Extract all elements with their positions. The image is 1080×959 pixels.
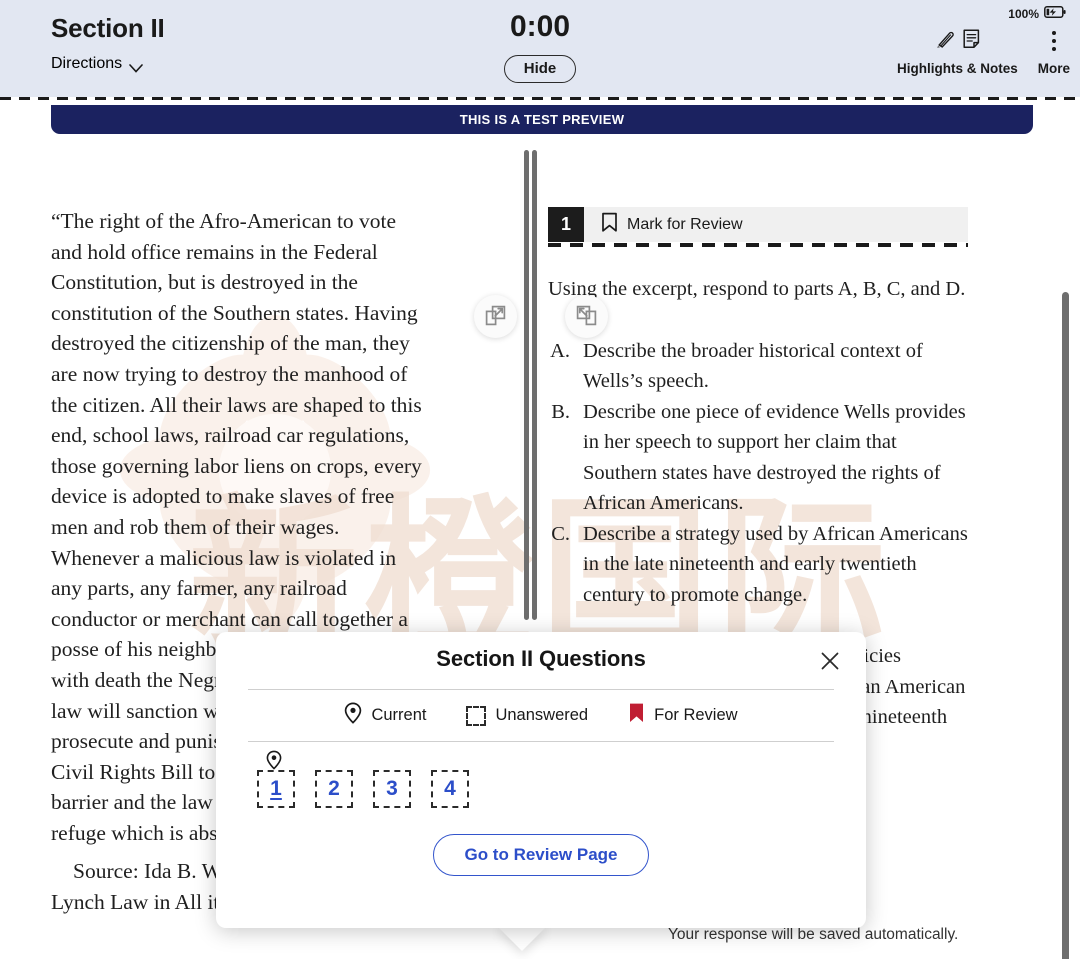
legend-unanswered-label: Unanswered (495, 706, 589, 724)
go-to-review-page-button[interactable]: Go to Review Page (433, 834, 649, 876)
more-label: More (1037, 61, 1070, 76)
app-header: Section II Directions 0:00 Hide 100% Hig… (0, 0, 1080, 97)
legend-for-review: For Review (628, 702, 738, 729)
question-nav-number: 4 (444, 777, 456, 800)
modal-title: Section II Questions (436, 646, 646, 671)
autosave-status: Your response will be saved automaticall… (668, 926, 959, 943)
location-pin-icon (266, 750, 282, 776)
divider-bar-left (524, 150, 529, 620)
timer-display: 0:00 (509, 10, 571, 43)
part-label: C. (551, 522, 570, 545)
list-item: C. Describe a strategy used by African A… (548, 519, 970, 611)
app-root: Section II Directions 0:00 Hide 100% Hig… (0, 0, 1080, 959)
highlights-notes-icon-group (934, 27, 981, 55)
part-label: B. (551, 400, 570, 423)
list-item: B. Describe one piece of evidence Wells … (548, 397, 970, 519)
pane-divider-handle[interactable] (524, 150, 537, 630)
expand-out-icon (485, 305, 506, 329)
question-nav-item-4[interactable]: 4 (431, 770, 469, 808)
bookmark-flag-icon (628, 702, 645, 729)
question-nav-item-3[interactable]: 3 (373, 770, 411, 808)
more-button[interactable]: More (1028, 27, 1080, 76)
bookmark-icon (601, 212, 618, 238)
expand-right-pane-button[interactable] (565, 295, 608, 338)
highlighter-pen-icon (934, 28, 956, 55)
question-nav-number: 2 (328, 777, 340, 800)
battery-status: 100% (1008, 5, 1066, 23)
legend-current: Current (344, 702, 426, 729)
section-questions-modal: Section II Questions Current Unanswered … (216, 632, 866, 928)
divider-bar-right (532, 150, 537, 620)
question-nav-number: 1 (270, 777, 282, 800)
review-button-row: Go to Review Page (216, 834, 866, 876)
question-prompt: Using the excerpt, respond to parts A, B… (548, 278, 966, 300)
legend-for-review-label: For Review (654, 706, 738, 724)
question-nav-item-2[interactable]: 2 (315, 770, 353, 808)
question-number-badge: 1 (548, 207, 584, 242)
more-vertical-icon (1051, 27, 1056, 55)
list-item: A. Describe the broader historical conte… (548, 336, 970, 397)
question-parts-list: A. Describe the broader historical conte… (548, 336, 970, 611)
part-text: Describe the broader historical context … (583, 339, 923, 393)
location-pin-icon (344, 702, 362, 729)
notes-page-icon (962, 28, 981, 55)
part-text: Describe a strategy used by African Amer… (583, 522, 968, 606)
legend-unanswered: Unanswered (466, 705, 589, 726)
test-preview-banner: THIS IS A TEST PREVIEW (51, 105, 1033, 134)
mark-for-review-button[interactable]: Mark for Review (584, 207, 968, 242)
hide-timer-button[interactable]: Hide (503, 55, 577, 83)
expand-in-icon (576, 305, 597, 329)
highlights-notes-label: Highlights & Notes (896, 61, 1018, 76)
battery-charging-icon (1044, 5, 1066, 23)
header-divider (0, 97, 1080, 100)
modal-legend: Current Unanswered For Review (248, 689, 834, 742)
mark-for-review-label: Mark for Review (627, 215, 743, 233)
close-icon[interactable] (817, 648, 843, 674)
question-nav-number: 3 (386, 777, 398, 800)
battery-percent-label: 100% (1008, 7, 1039, 21)
question-nav-item-1[interactable]: 1 (257, 750, 295, 808)
part-label: A. (550, 339, 570, 362)
part-text: Describe one piece of evidence Wells pro… (583, 400, 966, 515)
question-navigator-grid: 1 2 3 4 (257, 750, 866, 808)
dashed-square-icon (466, 705, 487, 726)
vertical-scrollbar[interactable] (1062, 292, 1069, 959)
expand-left-pane-button[interactable] (474, 295, 517, 338)
question-dashed-divider (548, 243, 968, 247)
question-header-bar: 1 Mark for Review (548, 207, 968, 242)
highlights-and-notes-button[interactable]: Highlights & Notes (887, 27, 1028, 76)
legend-current-label: Current (371, 706, 427, 724)
header-tools-group: Highlights & Notes More (887, 27, 1080, 76)
